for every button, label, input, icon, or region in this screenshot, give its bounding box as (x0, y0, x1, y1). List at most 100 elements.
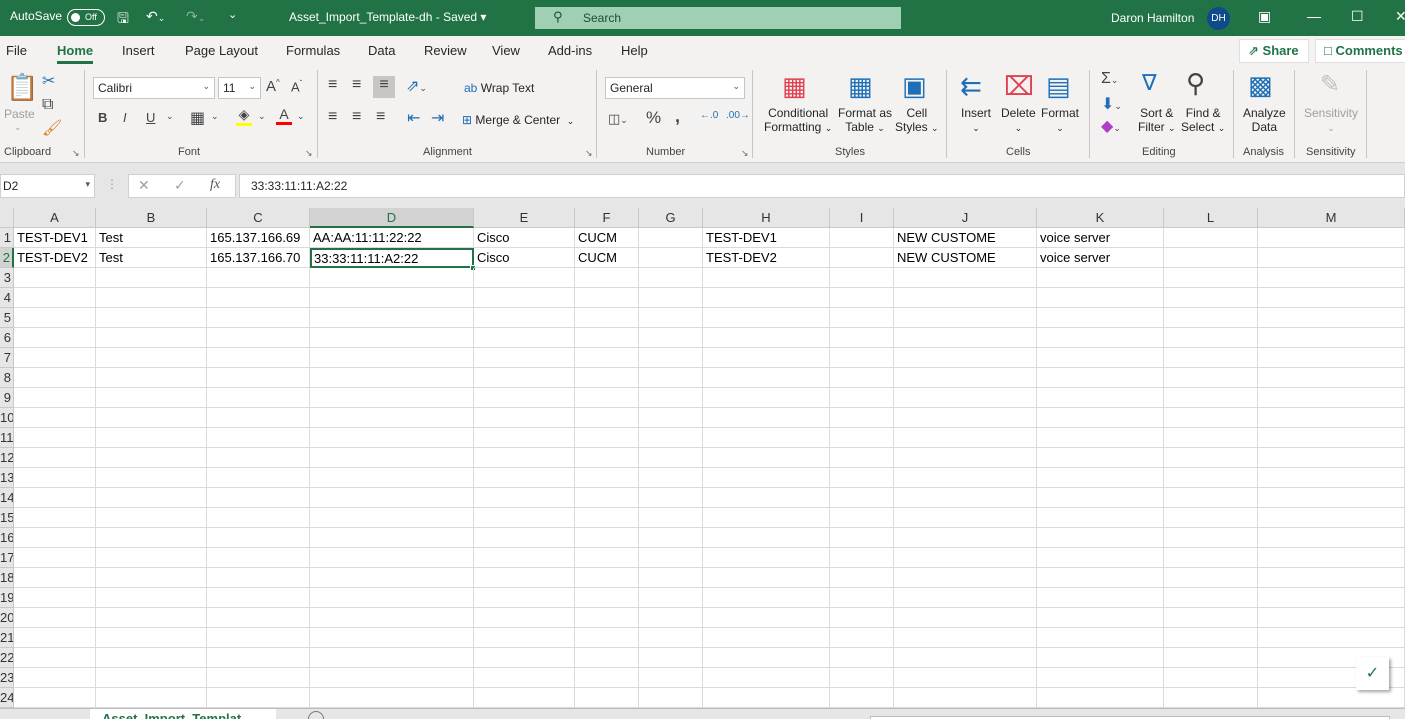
wrap-text-button[interactable]: ab Wrap Text (464, 81, 534, 95)
cell[interactable] (575, 348, 639, 368)
cell[interactable] (1164, 568, 1258, 588)
decrease-font-size-icon[interactable]: Aˇ (291, 79, 302, 94)
center-icon[interactable]: ≡ (352, 108, 361, 126)
percent-style-icon[interactable]: % (646, 108, 661, 128)
font-color-icon[interactable]: A (276, 106, 292, 125)
cell[interactable] (1037, 288, 1164, 308)
format-button[interactable]: Format ⌄ (1041, 106, 1079, 134)
cell[interactable] (894, 668, 1037, 688)
cell[interactable] (207, 588, 310, 608)
cell[interactable] (1037, 608, 1164, 628)
cell[interactable] (474, 528, 575, 548)
cell[interactable] (14, 348, 96, 368)
bottom-align-icon[interactable]: ≡ (373, 76, 395, 98)
cell[interactable] (639, 488, 703, 508)
tab-insert[interactable]: Insert (122, 43, 155, 58)
cell[interactable]: TEST-DEV1 (703, 228, 830, 248)
cell[interactable] (14, 428, 96, 448)
cell[interactable] (703, 308, 830, 328)
column-header[interactable]: G (639, 208, 703, 228)
cell[interactable] (474, 588, 575, 608)
cell[interactable] (1037, 648, 1164, 668)
cell[interactable] (894, 348, 1037, 368)
cell[interactable] (575, 468, 639, 488)
cell[interactable] (1258, 568, 1405, 588)
column-header[interactable]: F (575, 208, 639, 228)
cell[interactable] (894, 308, 1037, 328)
cell[interactable] (1258, 508, 1405, 528)
cell[interactable] (1037, 588, 1164, 608)
autosum-icon[interactable]: Σ⌄ (1101, 70, 1118, 88)
cell[interactable] (575, 448, 639, 468)
cell[interactable] (1164, 308, 1258, 328)
cell[interactable] (1164, 248, 1258, 268)
cell[interactable] (1037, 548, 1164, 568)
increase-font-size-icon[interactable]: A^ (266, 78, 280, 95)
sort-filter-icon[interactable]: ∇ (1142, 70, 1157, 96)
cell[interactable] (894, 628, 1037, 648)
comma-style-icon[interactable]: , (675, 106, 680, 127)
analyze-data-icon[interactable]: ▩ (1248, 70, 1273, 101)
cell[interactable] (575, 648, 639, 668)
cell[interactable] (1037, 428, 1164, 448)
number-launcher-icon[interactable]: ↘ (741, 148, 749, 159)
cell[interactable] (1258, 288, 1405, 308)
column-header[interactable]: K (1037, 208, 1164, 228)
search-box[interactable]: ⚲ Search (535, 7, 901, 29)
cell[interactable] (14, 388, 96, 408)
cell[interactable]: voice server (1037, 248, 1164, 268)
row-header[interactable]: 18 (0, 568, 14, 588)
cell[interactable]: 165.137.166.69 (207, 228, 310, 248)
cell[interactable] (14, 588, 96, 608)
cell[interactable] (1037, 488, 1164, 508)
cell[interactable] (310, 468, 474, 488)
borders-icon[interactable]: ▦ (190, 108, 205, 128)
insert-function-icon[interactable]: fx (210, 177, 220, 193)
underline-icon[interactable]: U (146, 110, 155, 125)
cell[interactable] (310, 448, 474, 468)
cut-icon[interactable]: ✂ (42, 71, 55, 91)
cell[interactable] (474, 688, 575, 708)
cell[interactable] (703, 568, 830, 588)
row-header[interactable]: 11 (0, 428, 14, 448)
cell[interactable] (14, 268, 96, 288)
cell[interactable] (310, 368, 474, 388)
cell[interactable] (1258, 348, 1405, 368)
cell[interactable] (96, 628, 207, 648)
tab-home[interactable]: Home (57, 43, 94, 64)
cell[interactable] (894, 588, 1037, 608)
cell[interactable]: NEW CUSTOME (894, 248, 1037, 268)
cell[interactable]: Cisco (474, 228, 575, 248)
cell[interactable] (96, 268, 207, 288)
bold-icon[interactable]: B (98, 110, 107, 125)
cell[interactable] (703, 528, 830, 548)
cell[interactable] (96, 288, 207, 308)
cell[interactable] (1164, 328, 1258, 348)
cell[interactable] (639, 388, 703, 408)
cell[interactable] (1164, 588, 1258, 608)
cell[interactable] (474, 408, 575, 428)
cell[interactable] (207, 408, 310, 428)
cell[interactable] (639, 528, 703, 548)
cell[interactable] (703, 648, 830, 668)
cell[interactable] (310, 508, 474, 528)
cell[interactable] (96, 548, 207, 568)
cell[interactable] (14, 448, 96, 468)
row-header[interactable]: 4 (0, 288, 14, 308)
cell[interactable] (96, 528, 207, 548)
row-header[interactable]: 2 (0, 248, 14, 268)
sensitivity-button[interactable]: Sensitivity ⌄ (1304, 106, 1358, 134)
cell[interactable] (894, 608, 1037, 628)
cell[interactable] (703, 608, 830, 628)
paste-dropdown-icon[interactable]: ⌄ (14, 122, 22, 133)
avatar[interactable]: DH (1207, 7, 1230, 30)
cell[interactable] (1258, 628, 1405, 648)
tab-review[interactable]: Review (424, 43, 467, 58)
cell[interactable] (575, 328, 639, 348)
cell[interactable] (474, 448, 575, 468)
cell[interactable]: Cisco (474, 248, 575, 268)
close-icon[interactable]: ✕ (1395, 8, 1405, 25)
cell[interactable] (894, 448, 1037, 468)
cell[interactable] (830, 628, 894, 648)
cell[interactable] (14, 288, 96, 308)
